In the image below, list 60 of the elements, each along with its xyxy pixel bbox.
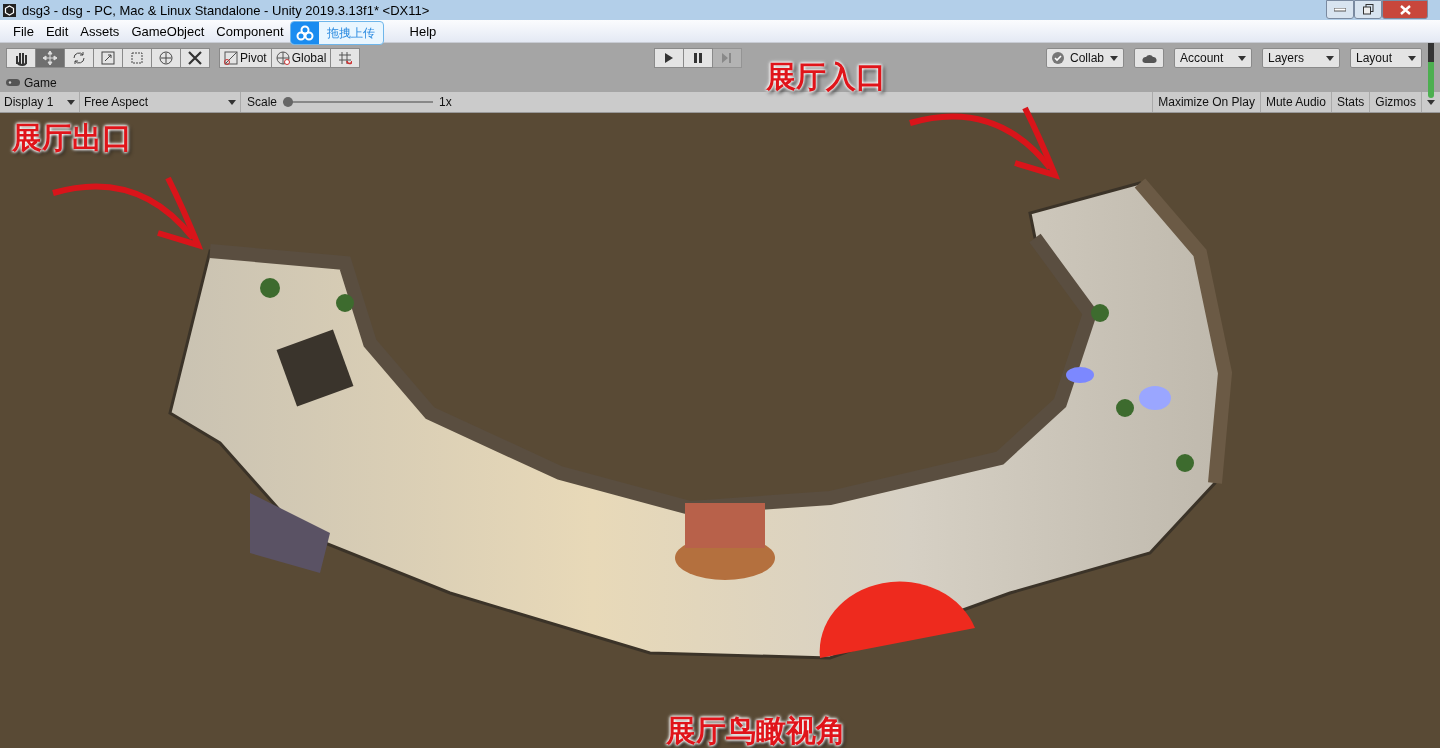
- rect-tool-icon: [129, 50, 145, 66]
- caret-icon: [1326, 55, 1334, 61]
- menu-item[interactable]: Edit: [39, 23, 75, 39]
- annotation-label: 展厅出口: [12, 119, 132, 157]
- toggle-button[interactable]: Mute Audio: [1259, 92, 1331, 112]
- close-button[interactable]: [1382, 0, 1428, 19]
- toggle-button[interactable]: Maximize On Play: [1152, 92, 1260, 112]
- annotation-label: 展厅入口: [766, 58, 886, 96]
- cloud-icon: [1141, 52, 1157, 64]
- step-icon: [721, 52, 734, 64]
- check-circle-icon: [1051, 52, 1064, 64]
- scale-label: Scale: [247, 95, 278, 109]
- menu-item[interactable]: Component: [210, 23, 290, 39]
- caret-icon: [67, 99, 75, 105]
- rotate-icon: [71, 50, 87, 66]
- pivot-icon: [224, 51, 238, 65]
- layout-dropdown[interactable]: Layout: [1350, 48, 1422, 68]
- scale-value: 1x: [439, 95, 452, 109]
- playback-button[interactable]: [683, 48, 714, 68]
- toggle-button[interactable]: Gizmos: [1369, 92, 1421, 112]
- window-title: dsg3 - dsg - PC, Mac & Linux Standalone - Unity 2019.3.13f1* <DX11>: [22, 2, 431, 18]
- transform-icon: [158, 50, 174, 66]
- display-dropdown[interactable]: Display 1: [0, 92, 80, 112]
- collab-button[interactable]: Collab: [1045, 48, 1124, 68]
- cloud-button[interactable]: [1134, 48, 1164, 68]
- caret-icon: [228, 99, 236, 105]
- scale-slider[interactable]: [283, 97, 434, 107]
- annotation-label: 展厅鸟瞰视角: [666, 712, 846, 748]
- close-icon: [1399, 4, 1411, 15]
- snap-button[interactable]: [330, 48, 361, 68]
- restore-button[interactable]: [1354, 0, 1382, 19]
- aspect-dropdown[interactable]: Free Aspect: [80, 92, 241, 112]
- layers-dropdown[interactable]: Layers: [1262, 48, 1340, 68]
- tool-button[interactable]: [180, 48, 210, 68]
- cloud-icon: [295, 25, 315, 41]
- account-dropdown[interactable]: Account: [1174, 48, 1252, 68]
- minimize-icon: [1334, 7, 1346, 12]
- move-arrows-icon: [42, 50, 58, 66]
- menu-item[interactable]: File: [7, 23, 40, 39]
- toggle-button[interactable]: Stats: [1330, 92, 1370, 112]
- restore-icon: [1362, 4, 1374, 15]
- tool-button[interactable]: [151, 48, 181, 68]
- pivot-button[interactable]: Pivot: [219, 48, 272, 68]
- menu-item[interactable]: Help: [403, 23, 443, 39]
- playback-button[interactable]: [654, 48, 685, 68]
- caret-icon: [1110, 55, 1118, 61]
- caret-icon: [1408, 55, 1416, 61]
- tool-button[interactable]: [6, 48, 36, 68]
- menu-item[interactable]: GameObject: [125, 23, 211, 39]
- global-button[interactable]: Global: [270, 48, 332, 68]
- grid-magnet-icon: [338, 51, 353, 65]
- scale-icon: [100, 50, 116, 66]
- unity-logo-icon: [3, 3, 16, 17]
- pause-icon: [692, 52, 705, 64]
- globe-icon: [275, 51, 290, 65]
- caret-icon: [1238, 55, 1246, 61]
- upload-widget[interactable]: 拖拽上传: [290, 21, 384, 45]
- menu-item[interactable]: Assets: [74, 23, 126, 39]
- game-tab[interactable]: Game: [6, 75, 57, 90]
- hand-icon: [13, 50, 29, 66]
